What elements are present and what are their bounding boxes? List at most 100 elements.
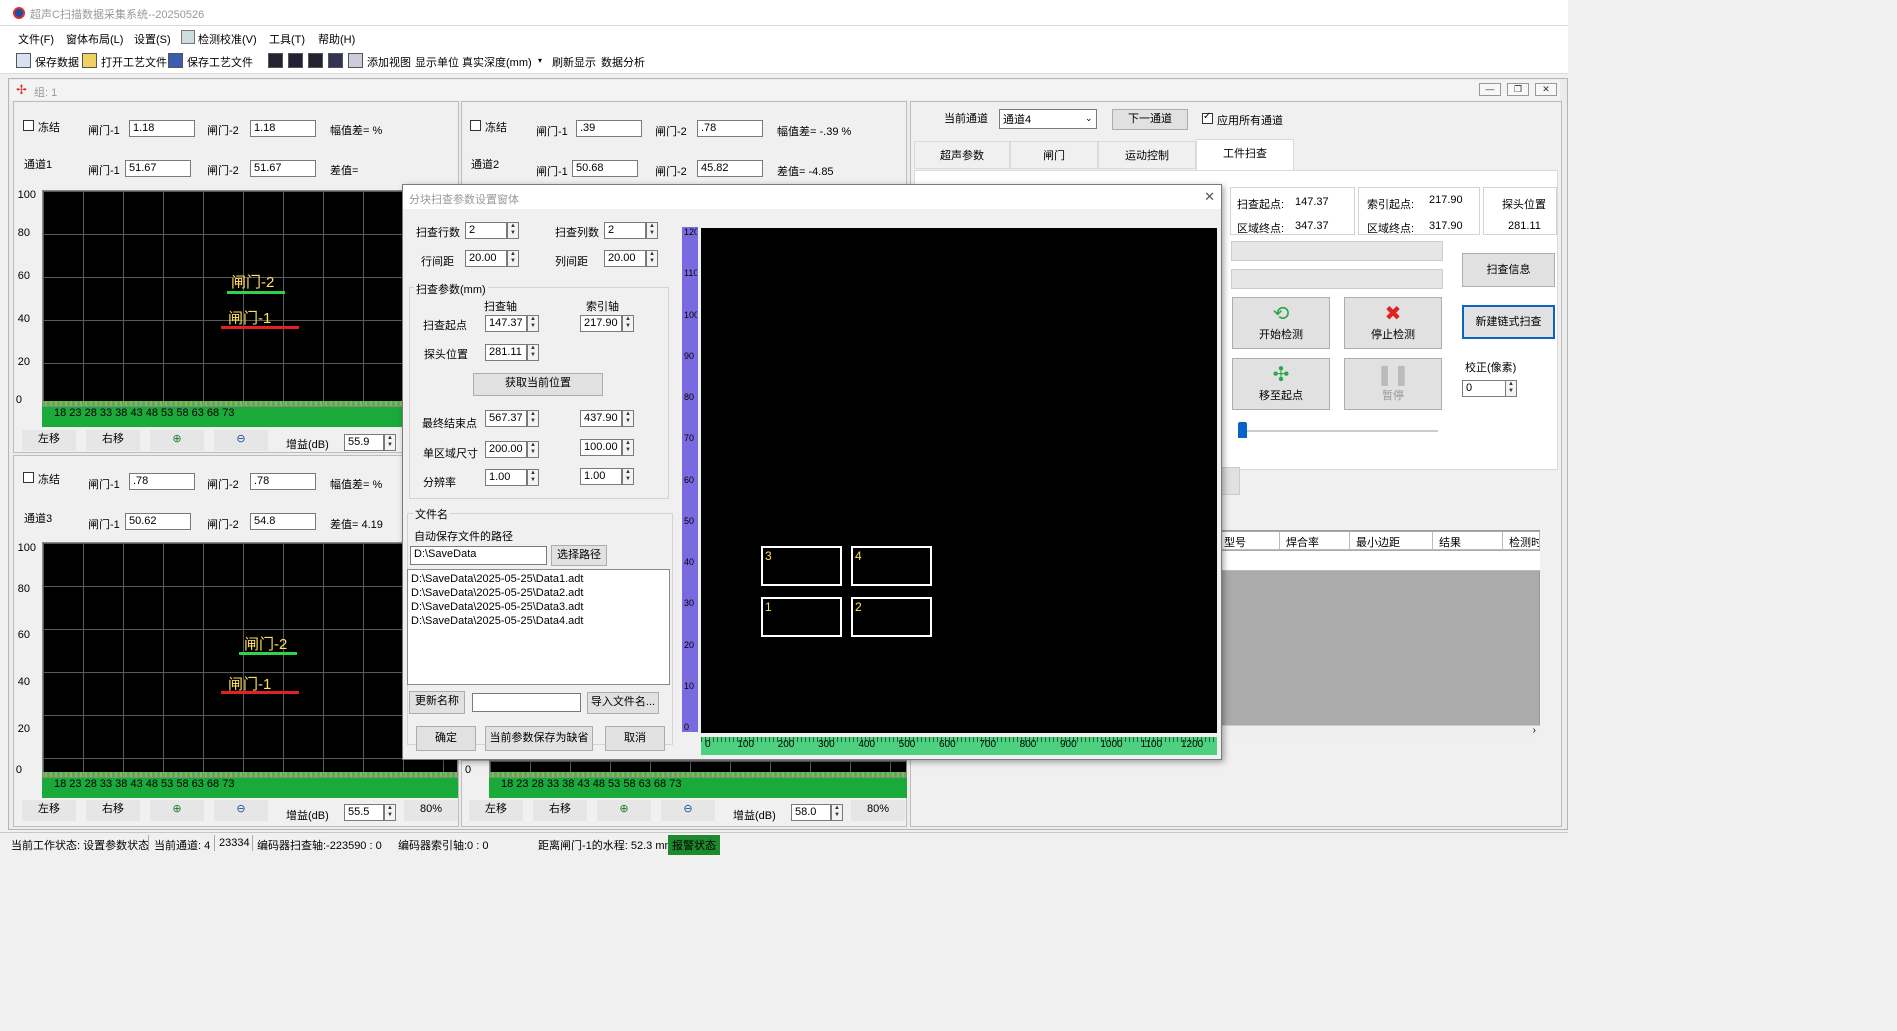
rows-input[interactable]: 2 — [465, 222, 507, 239]
index-resolution-spinner[interactable]: ▲ ▼ — [622, 468, 634, 485]
gain-spinner[interactable]: ▲ ▼ — [384, 804, 396, 821]
rename-input[interactable] — [472, 693, 581, 712]
probe-position-spinner[interactable]: ▲ ▼ — [527, 344, 539, 361]
next-channel-button[interactable]: 下一通道 — [1112, 109, 1188, 130]
cancel-button[interactable]: 取消 — [605, 726, 665, 751]
zoom-out-icon[interactable]: ⊖ — [661, 800, 715, 821]
menu-layout[interactable]: 窗体布局(L) — [66, 31, 123, 47]
scan-resolution-input[interactable]: 1.00 — [485, 469, 527, 486]
table-header[interactable]: 焊合率 — [1280, 532, 1350, 550]
gate2-bar[interactable] — [239, 652, 297, 655]
table-header[interactable]: 型号 — [1218, 532, 1280, 550]
tab-motion[interactable]: 运动控制 — [1098, 141, 1196, 169]
zoom-out-icon[interactable]: ⊖ — [214, 430, 268, 451]
tab-ultrasonic[interactable]: 超声参数 — [914, 141, 1010, 169]
index-size-spinner[interactable]: ▲ ▼ — [622, 439, 634, 456]
view-icon-2[interactable] — [288, 53, 303, 68]
table-header[interactable]: 结果 — [1433, 532, 1503, 550]
cols-spinner[interactable]: ▲ ▼ — [646, 222, 658, 239]
index-end-spinner[interactable]: ▲ ▼ — [622, 410, 634, 427]
row-gap-spinner[interactable]: ▲ ▼ — [507, 250, 519, 267]
ascan-display-ch3[interactable]: 闸门-2 闸门-1 — [42, 542, 458, 778]
slider-thumb[interactable] — [1238, 422, 1247, 438]
channel-select[interactable]: 通道4 — [999, 109, 1097, 129]
correct-spinner[interactable]: ▲ ▼ — [1505, 380, 1517, 397]
shift-left-button[interactable]: 左移 — [22, 800, 76, 821]
menu-file[interactable]: 文件(F) — [18, 31, 54, 47]
scan-info-button[interactable]: 扫查信息 — [1462, 253, 1555, 287]
gate1-pos-field[interactable]: 51.67 — [125, 160, 191, 177]
ascan-display-ch1[interactable]: 闸门-2 闸门-1 — [42, 190, 404, 407]
zoom-in-icon[interactable]: ⊕ — [150, 430, 204, 451]
gate2-pos-field[interactable]: 51.67 — [250, 160, 316, 177]
show-unit-button[interactable]: 显示单位 — [415, 54, 459, 70]
index-end-input[interactable]: 437.90 — [580, 410, 622, 427]
col-gap-input[interactable]: 20.00 — [604, 250, 646, 267]
menu-calibrate[interactable]: 检测校准(V) — [198, 31, 257, 47]
gate1-bar[interactable] — [221, 691, 299, 694]
scan-size-spinner[interactable]: ▲ ▼ — [527, 441, 539, 458]
close-button[interactable]: ✕ — [1535, 83, 1557, 96]
scan-resolution-spinner[interactable]: ▲ ▼ — [527, 469, 539, 486]
tab-workpiece-scan[interactable]: 工件扫查 — [1196, 139, 1294, 171]
freeze-checkbox-ch1[interactable] — [23, 120, 34, 131]
gain-spinner[interactable]: ▲ ▼ — [384, 434, 396, 451]
gate1-pos-field[interactable]: 50.68 — [572, 160, 638, 177]
zoom-out-icon[interactable]: ⊖ — [214, 800, 268, 821]
freeze-checkbox-ch3[interactable] — [23, 472, 34, 483]
shift-left-button[interactable]: 左移 — [22, 430, 76, 451]
view-icon-4[interactable] — [328, 53, 343, 68]
dialog-close-icon[interactable]: ✕ — [1204, 189, 1215, 205]
probe-position-input[interactable]: 281.11 — [485, 344, 527, 361]
pause-button[interactable]: ❚❚ 暂停 — [1344, 358, 1442, 410]
row-gap-input[interactable]: 20.00 — [465, 250, 507, 267]
menu-tools[interactable]: 工具(T) — [269, 31, 305, 47]
gain-spinner[interactable]: ▲ ▼ — [831, 804, 843, 821]
gate2-pos-field[interactable]: 54.8 — [250, 513, 316, 530]
get-position-button[interactable]: 获取当前位置 — [473, 373, 603, 396]
dropdown-arrow-icon[interactable]: ▾ — [538, 56, 542, 65]
ok-button[interactable]: 确定 — [416, 726, 476, 751]
save-process-button[interactable]: 保存工艺文件 — [187, 54, 253, 70]
open-process-button[interactable]: 打开工艺文件 — [101, 54, 167, 70]
table-header[interactable]: 最小边距 — [1350, 532, 1433, 550]
save-default-button[interactable]: 当前参数保存为缺省 — [485, 726, 593, 751]
choose-path-button[interactable]: 选择路径 — [551, 545, 607, 566]
list-item[interactable]: D:\SaveData\2025-05-25\Data2.adt — [411, 586, 666, 600]
move-to-origin-button[interactable]: ✣ 移至起点 — [1232, 358, 1330, 410]
shift-right-button[interactable]: 右移 — [86, 800, 140, 821]
list-item[interactable]: D:\SaveData\2025-05-25\Data3.adt — [411, 600, 666, 614]
start-detect-button[interactable]: ⟲ 开始检测 — [1232, 297, 1330, 349]
depth-mode-button[interactable]: 真实深度(mm) — [462, 54, 532, 70]
scan-start-spinner[interactable]: ▲ ▼ — [527, 315, 539, 332]
table-header[interactable]: 检测时 — [1503, 532, 1540, 550]
table-row[interactable] — [1218, 551, 1540, 571]
block-layout-preview[interactable]: 3 4 1 2 — [701, 228, 1217, 733]
scan-end-input[interactable]: 567.37 — [485, 410, 527, 427]
rows-spinner[interactable]: ▲ ▼ — [507, 222, 519, 239]
gate2-amp-field[interactable]: .78 — [697, 120, 763, 137]
gate1-amp-field[interactable]: 1.18 — [129, 120, 195, 137]
horizontal-scrollbar[interactable]: › — [1218, 725, 1540, 738]
index-start-spinner[interactable]: ▲ ▼ — [622, 315, 634, 332]
block-4[interactable]: 4 — [851, 546, 932, 586]
shift-right-button[interactable]: 右移 — [533, 800, 587, 821]
gate2-amp-field[interactable]: .78 — [250, 473, 316, 490]
gain-input[interactable]: 55.9 — [344, 434, 384, 451]
menu-help[interactable]: 帮助(H) — [318, 31, 355, 47]
refresh-button[interactable]: 刷新显示 — [552, 54, 596, 70]
range-percent-button[interactable]: 80% — [851, 800, 905, 821]
view-icon-3[interactable] — [308, 53, 323, 68]
new-chain-scan-button[interactable]: 新建链式扫查 — [1462, 305, 1555, 339]
gate1-amp-field[interactable]: .78 — [129, 473, 195, 490]
import-names-button[interactable]: 导入文件名... — [587, 692, 659, 714]
save-data-button[interactable]: 保存数据 — [35, 54, 79, 70]
scan-size-input[interactable]: 200.00 — [485, 441, 527, 458]
slider-track[interactable] — [1240, 430, 1438, 432]
gate2-pos-field[interactable]: 45.82 — [697, 160, 763, 177]
zoom-in-icon[interactable]: ⊕ — [150, 800, 204, 821]
apply-all-checkbox[interactable]: ✓ — [1202, 111, 1213, 124]
analysis-button[interactable]: 数据分析 — [601, 54, 645, 70]
stop-detect-button[interactable]: ✖ 停止检测 — [1344, 297, 1442, 349]
menu-settings[interactable]: 设置(S) — [134, 31, 171, 47]
